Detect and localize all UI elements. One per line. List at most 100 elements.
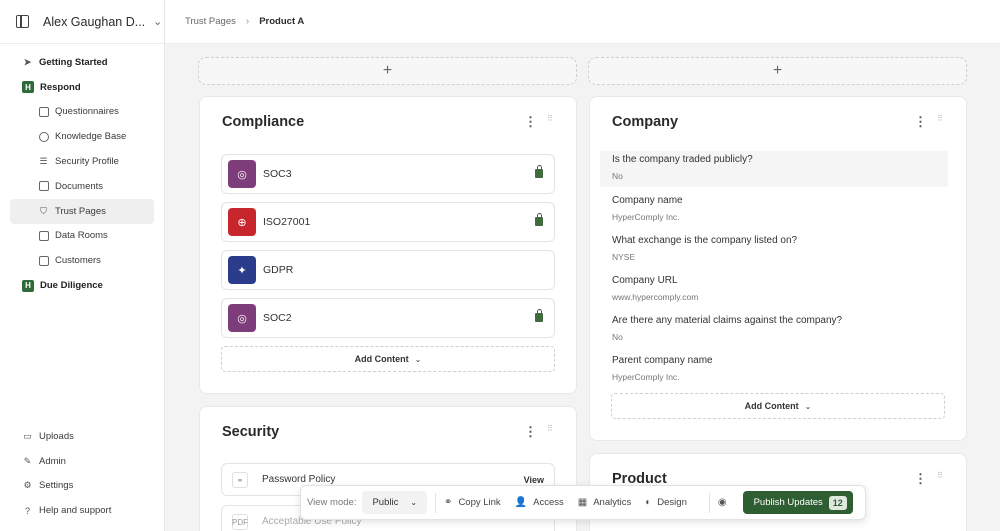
more-options-icon[interactable]: ⋮ (914, 471, 927, 487)
company-qa-item[interactable]: Are there any material claims against th… (612, 315, 948, 342)
company-qa-item[interactable]: What exchange is the company listed on? … (612, 235, 948, 262)
view-mode-label: View mode: (307, 497, 357, 508)
question-text: Are there any material claims against th… (612, 315, 843, 326)
compliance-card: Compliance ⋮ ⠿ ◎ SOC3 ⊕ ISO27001 ✦ GDPR … (199, 96, 577, 394)
answer-text: No (612, 332, 623, 342)
sidebar-item-label: Admin (39, 455, 66, 467)
sidebar-item-documents[interactable]: Documents (10, 174, 154, 199)
publish-label: Publish Updates (753, 497, 823, 508)
copy-link-button[interactable]: ⚭ Copy Link (444, 497, 501, 508)
answer-text: HyperComply Inc. (612, 212, 680, 222)
palette-icon: ◐ (645, 497, 652, 508)
add-section-right-button[interactable]: + (588, 57, 967, 85)
add-section-left-button[interactable]: + (198, 57, 577, 85)
publish-updates-button[interactable]: Publish Updates 12 (742, 491, 853, 514)
answer-text: No (612, 171, 623, 181)
compliance-item-gdpr[interactable]: ✦ GDPR (221, 250, 555, 290)
sidebar-item-security-profile[interactable]: ☰ Security Profile (10, 149, 154, 174)
sidebar-item-customers[interactable]: Customers (10, 248, 154, 273)
compliance-item-soc2[interactable]: ◎ SOC2 (221, 298, 555, 338)
compliance-item-soc3[interactable]: ◎ SOC3 (221, 154, 555, 194)
add-content-label: Add Content (744, 401, 799, 411)
sidebar-item-getting-started[interactable]: ➤ Getting Started (10, 50, 154, 75)
compliance-item-label: SOC2 (263, 312, 292, 324)
sidebar-item-due-diligence[interactable]: H Due Diligence (10, 273, 154, 298)
database-icon: ☰ (39, 156, 48, 167)
sidebar-toggle-icon[interactable] (16, 15, 29, 28)
sidebar-item-respond[interactable]: H Respond (10, 75, 154, 100)
iso-badge-icon: ⊕ (228, 208, 256, 236)
brand-icon: H (22, 279, 34, 292)
company-qa-item[interactable]: Company name HyperComply Inc. (612, 195, 948, 222)
design-button[interactable]: ◐ Design (645, 497, 687, 508)
analytics-label: Analytics (593, 497, 632, 508)
sidebar-item-label: Help and support (39, 505, 112, 517)
sidebar-item-label: Questionnaires (55, 106, 119, 118)
lock-icon (535, 165, 543, 178)
sidebar-item-knowledge-base[interactable]: Knowledge Base (10, 124, 154, 149)
question-text: Company URL (612, 275, 678, 286)
card-title: Company (612, 114, 679, 130)
compliance-item-label: ISO27001 (263, 216, 311, 228)
breadcrumb-parent[interactable]: Trust Pages (185, 16, 236, 27)
pdf-icon: PDF (232, 514, 248, 530)
plus-icon: + (772, 62, 783, 79)
company-qa-item[interactable]: Parent company name HyperComply Inc. (612, 355, 948, 382)
more-options-icon[interactable]: ⋮ (524, 424, 537, 440)
company-qa-item[interactable]: Is the company traded publicly? No (600, 151, 948, 187)
more-options-icon[interactable]: ⋮ (524, 114, 537, 130)
info-icon (38, 131, 49, 142)
workspace-switcher[interactable]: Alex Gaughan D... ⌄ (0, 0, 164, 44)
folder-icon: ▭ (23, 430, 32, 441)
soc-badge-icon: ◎ (228, 304, 256, 332)
sidebar-item-label: Documents (55, 180, 104, 192)
compliance-item-iso27001[interactable]: ⊕ ISO27001 (221, 202, 555, 242)
company-qa-item[interactable]: Company URL www.hypercomply.com (612, 275, 948, 302)
drag-handle-icon[interactable]: ⠿ (547, 425, 554, 437)
question-text: What exchange is the company listed on? (612, 235, 798, 246)
access-button[interactable]: 👤 Access (515, 497, 564, 508)
view-mode-select[interactable]: Public ⌄ (362, 491, 428, 514)
sidebar-item-questionnaires[interactable]: Questionnaires (10, 100, 154, 125)
answer-text: HyperComply Inc. (612, 372, 680, 382)
sidebar-item-admin[interactable]: ✎ Admin (10, 449, 154, 474)
question-text: Is the company traded publicly? (612, 154, 753, 165)
sidebar-item-trust-pages[interactable]: ⛉ Trust Pages (10, 198, 154, 224)
sidebar-item-settings[interactable]: ⚙ Settings (10, 473, 154, 498)
drag-handle-icon[interactable]: ⠿ (937, 115, 944, 127)
chevron-down-icon: ⌄ (804, 401, 812, 411)
drag-handle-icon[interactable]: ⠿ (547, 115, 554, 127)
add-content-button[interactable]: Add Content ⌄ (221, 346, 555, 372)
sidebar-item-label: Getting Started (39, 56, 108, 68)
add-content-label: Add Content (354, 354, 409, 364)
preview-button[interactable]: ◉ (718, 497, 733, 508)
card-title: Security (222, 424, 280, 440)
sidebar-nav: ➤ Getting Started H Respond Questionnair… (0, 44, 164, 298)
sidebar-item-label: Data Rooms (55, 230, 108, 242)
question-text: Parent company name (612, 355, 713, 366)
view-mode-value: Public (372, 497, 399, 508)
card-title: Compliance (222, 114, 305, 130)
sidebar-item-label: Settings (39, 480, 74, 492)
drag-handle-icon[interactable]: ⠿ (937, 472, 944, 484)
sidebar-item-label: Security Profile (55, 156, 119, 168)
brand-icon: H (22, 81, 34, 94)
policy-label: Password Policy (262, 474, 336, 485)
eye-icon: ◉ (717, 497, 727, 508)
lock-icon (535, 309, 543, 322)
more-options-icon[interactable]: ⋮ (914, 114, 927, 130)
sidebar-item-help[interactable]: ? Help and support (10, 498, 154, 523)
view-button[interactable]: View (524, 475, 544, 485)
analytics-button[interactable]: ▦ Analytics (578, 497, 631, 508)
add-content-button[interactable]: Add Content ⌄ (611, 393, 945, 419)
link-icon: ⚭ (232, 472, 248, 488)
gdpr-badge-icon: ✦ (228, 256, 256, 284)
compliance-item-label: GDPR (263, 264, 294, 276)
chevron-right-icon: › (245, 16, 250, 27)
room-icon (38, 230, 49, 241)
wrench-icon: ✎ (23, 455, 32, 466)
user-access-icon: 👤 (514, 497, 528, 508)
soc-badge-icon: ◎ (228, 160, 256, 188)
sidebar-item-uploads[interactable]: ▭ Uploads (10, 424, 154, 449)
sidebar-item-data-rooms[interactable]: Data Rooms (10, 224, 154, 249)
